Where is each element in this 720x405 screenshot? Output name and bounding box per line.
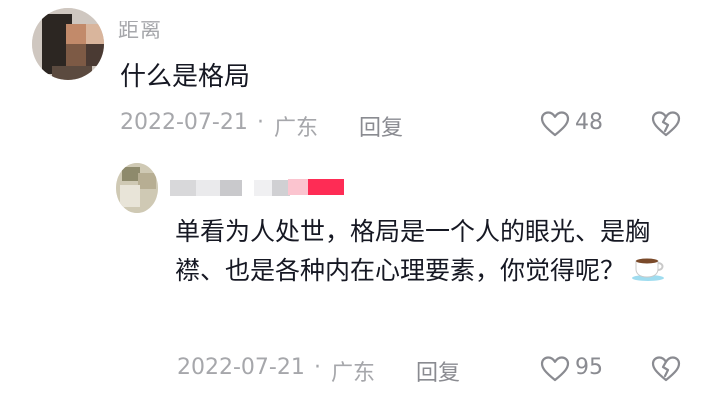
heart-icon — [540, 356, 570, 382]
heart-icon — [540, 111, 570, 137]
like-button[interactable] — [540, 110, 572, 138]
reply-date: 2022-07-21 — [177, 355, 305, 380]
dislike-button[interactable] — [651, 110, 681, 138]
hot-beverage-icon — [631, 253, 667, 292]
comment-date: 2022-07-21 — [120, 110, 248, 135]
like-button[interactable] — [540, 355, 572, 383]
meta-separator: · — [257, 110, 264, 135]
reply-button[interactable]: 回复 — [416, 355, 460, 387]
reply-text: 单看为人处世，格局是一个人的眼光、是胸襟、也是各种内在心理要素，你觉得呢？ — [175, 212, 695, 292]
comment-text: 什么是格局 — [120, 62, 251, 92]
dislike-button[interactable] — [651, 355, 681, 383]
comment-author-name[interactable]: 距离 — [118, 21, 162, 40]
like-count: 95 — [575, 355, 603, 380]
like-count: 48 — [575, 110, 603, 135]
broken-heart-icon — [651, 111, 681, 137]
avatar[interactable] — [32, 8, 104, 80]
reply-author-name-redacted[interactable] — [170, 179, 290, 197]
comment-location: 广东 — [274, 116, 319, 141]
meta-separator: · — [314, 355, 321, 380]
broken-heart-icon — [651, 356, 681, 382]
reply-button[interactable]: 回复 — [359, 110, 403, 142]
reply-avatar[interactable] — [116, 163, 158, 213]
author-badge — [288, 178, 344, 196]
reply-location: 广东 — [331, 361, 376, 386]
